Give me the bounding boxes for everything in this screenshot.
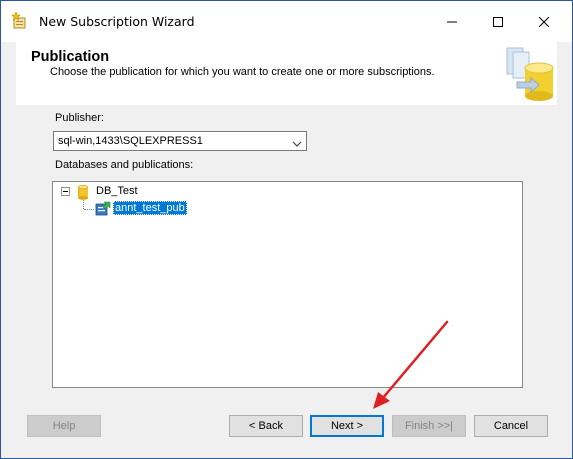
wizard-window: New Subscription Wizard Publication Choo… — [0, 0, 573, 459]
publisher-label: Publisher: — [55, 112, 104, 124]
publication-icon — [95, 201, 111, 217]
collapse-toggle-icon[interactable] — [61, 187, 70, 196]
close-button[interactable] — [521, 1, 567, 42]
finish-button[interactable]: Finish >>| — [392, 415, 466, 437]
tree-connector — [83, 200, 84, 209]
database-wizard-graphic-icon — [497, 44, 557, 104]
wizard-header: Publication Choose the publication for w… — [16, 42, 557, 106]
back-button[interactable]: < Back — [229, 415, 303, 437]
publisher-select-value: sql-win,1433\SQLEXPRESS1 — [58, 135, 203, 147]
title-bar[interactable]: New Subscription Wizard — [1, 1, 572, 42]
chevron-down-icon[interactable] — [292, 137, 302, 147]
page-title: Publication — [31, 49, 110, 65]
maximize-button[interactable] — [475, 1, 521, 42]
tree-item-database[interactable]: DB_Test — [96, 185, 138, 197]
page-subtitle: Choose the publication for which you wan… — [50, 66, 435, 78]
publications-tree[interactable]: DB_Test annt_test_pub — [52, 181, 523, 388]
databases-publications-label: Databases and publications: — [55, 159, 194, 171]
wizard-star-icon — [11, 11, 29, 30]
wizard-footer: Help < Back Next > Finish >>| Cancel — [16, 397, 557, 458]
tree-connector — [84, 209, 94, 210]
publisher-select[interactable]: sql-win,1433\SQLEXPRESS1 — [53, 131, 307, 151]
help-button[interactable]: Help — [27, 415, 101, 437]
next-button[interactable]: Next > — [310, 415, 384, 437]
content-area: Publisher: sql-win,1433\SQLEXPRESS1 Data… — [16, 105, 557, 397]
tree-item-publication[interactable]: annt_test_pub — [113, 201, 187, 215]
database-icon — [75, 184, 91, 200]
cancel-button[interactable]: Cancel — [474, 415, 548, 437]
minimize-button[interactable] — [429, 1, 475, 42]
window-title: New Subscription Wizard — [39, 14, 195, 29]
